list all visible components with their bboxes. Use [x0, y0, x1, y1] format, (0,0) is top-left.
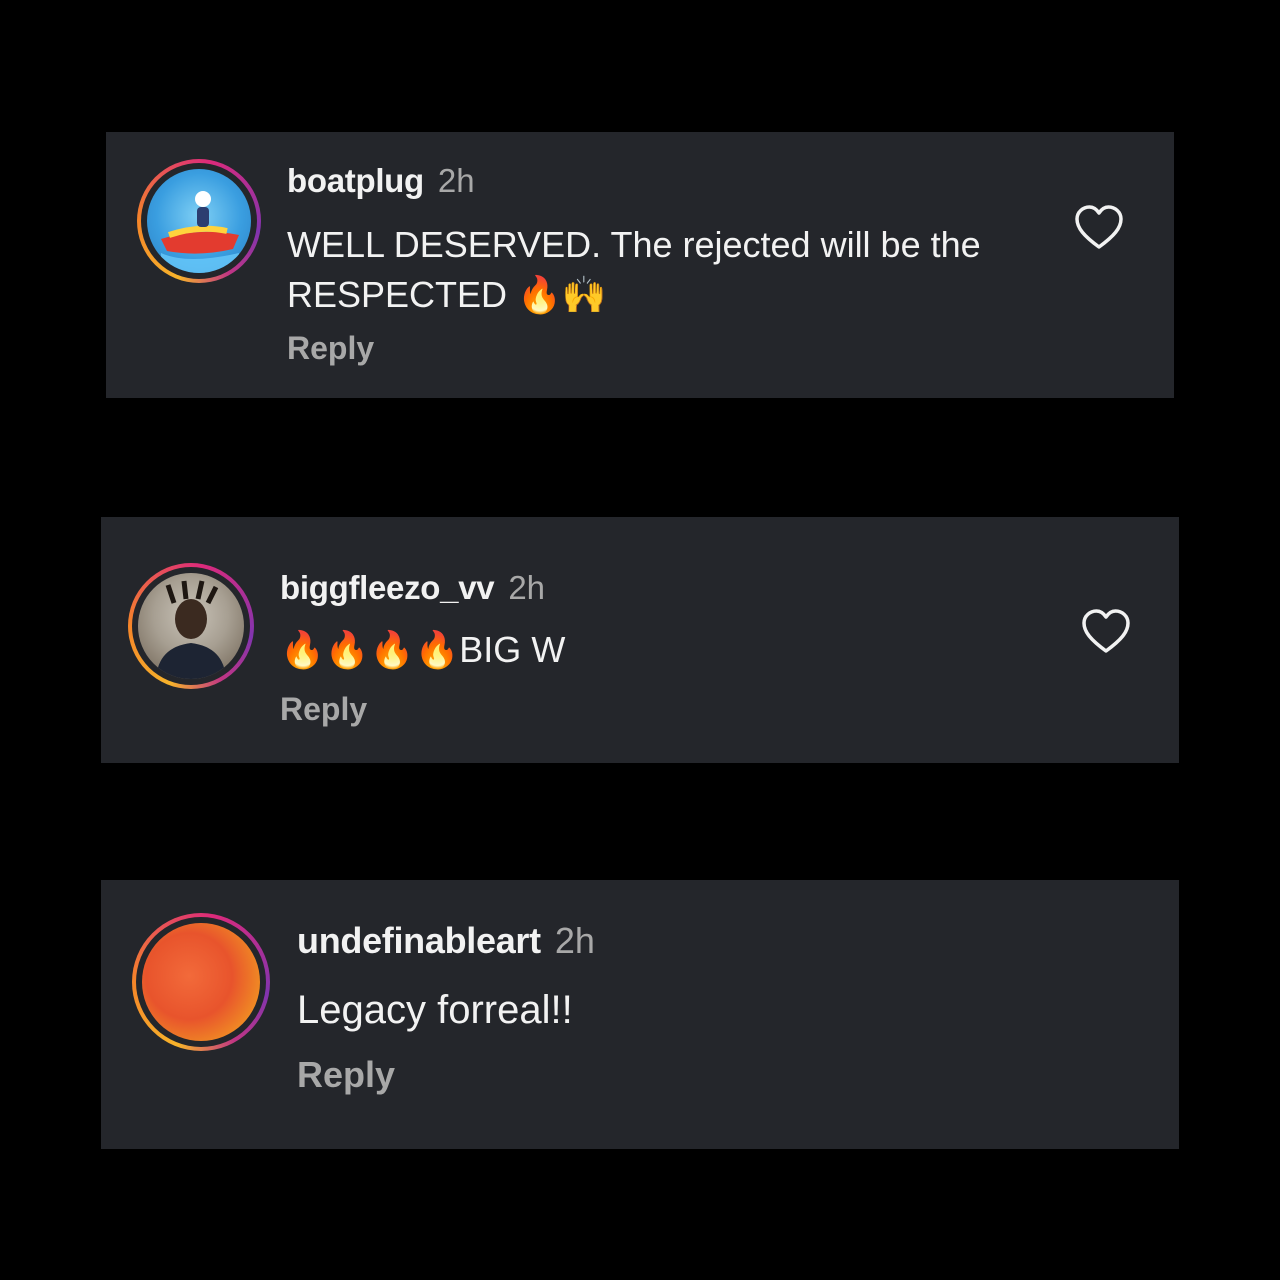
timestamp: 2h — [554, 920, 595, 961]
timestamp: 2h — [437, 162, 475, 199]
timestamp: 2h — [508, 569, 546, 606]
username[interactable]: boatplug — [287, 162, 424, 199]
comment-card: biggfleezo_vv 2h 🔥🔥🔥🔥BIG W Reply — [101, 517, 1179, 763]
boat-avatar-icon — [147, 169, 251, 273]
comment-text: 🔥🔥🔥🔥BIG W — [280, 629, 566, 670]
orange-gradient-avatar-icon — [142, 923, 260, 1041]
comment-header: biggfleezo_vv 2h — [280, 569, 545, 607]
comment-card: undefinableart 2h Legacy forreal!! Reply — [101, 880, 1179, 1149]
username[interactable]: biggfleezo_vv — [280, 569, 495, 606]
comment-text: Legacy forreal!! — [297, 988, 573, 1032]
comment-card: boatplug 2h WELL DESERVED. The rejected w… — [106, 132, 1174, 398]
avatar[interactable] — [132, 913, 270, 1051]
heart-icon[interactable] — [1074, 205, 1124, 251]
comment-header: boatplug 2h — [287, 162, 475, 200]
boat-avatar-art — [161, 191, 239, 273]
reply-button[interactable]: Reply — [287, 330, 374, 367]
heart-icon[interactable] — [1081, 609, 1131, 655]
reply-button[interactable]: Reply — [280, 691, 367, 728]
portrait-avatar-art — [156, 580, 226, 679]
avatar[interactable] — [137, 159, 261, 283]
comment-header: undefinableart 2h — [297, 920, 595, 962]
avatar[interactable] — [128, 563, 254, 689]
comment-text: WELL DESERVED. The rejected will be the … — [287, 224, 981, 316]
reply-button[interactable]: Reply — [297, 1054, 395, 1096]
username[interactable]: undefinableart — [297, 920, 541, 961]
portrait-avatar-icon — [138, 573, 244, 679]
